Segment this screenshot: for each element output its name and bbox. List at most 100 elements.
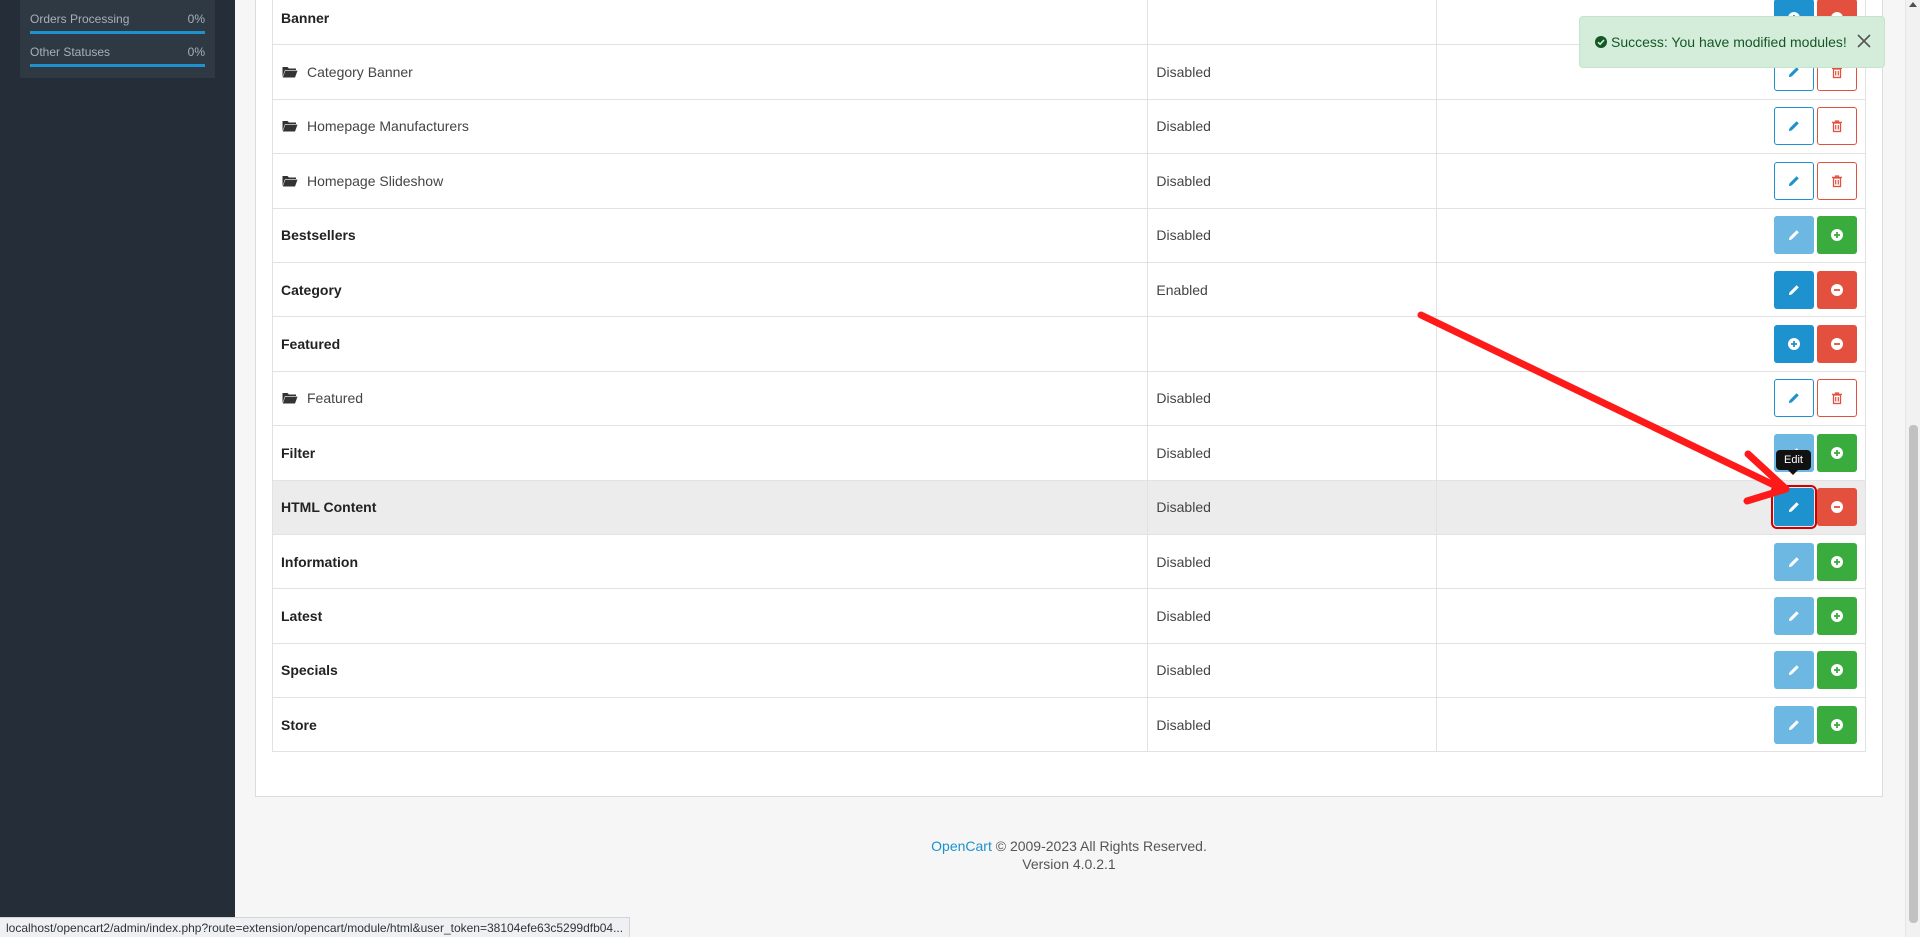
extension-name: HTML Content (281, 499, 377, 516)
actions-cell (1436, 98, 1866, 155)
edit-tooltip: Edit (1776, 450, 1811, 475)
success-alert: Success: You have modified modules! (1579, 16, 1885, 68)
actions-cell (1436, 479, 1866, 535)
name-cell: Featured (271, 316, 1149, 372)
status-text: Disabled (1156, 64, 1211, 81)
table-row: Store Disabled (271, 697, 1866, 753)
actions-cell (1436, 697, 1866, 753)
copyright-text: © 2009-2023 All Rights Reserved. (991, 838, 1207, 854)
module-name-text: Homepage Manufacturers (307, 118, 469, 135)
uninstall-button[interactable] (1817, 325, 1857, 364)
edit-button[interactable] (1774, 270, 1814, 309)
edit-button[interactable] (1774, 379, 1814, 418)
edit-button[interactable] (1774, 107, 1814, 146)
status-text: Disabled (1156, 227, 1211, 244)
install-button[interactable] (1817, 705, 1857, 744)
actions-cell (1436, 642, 1866, 699)
uninstall-button[interactable] (1817, 488, 1857, 527)
scroll-thumb[interactable] (1909, 425, 1918, 923)
status-cell: Enabled (1147, 261, 1438, 318)
install-button[interactable] (1817, 216, 1857, 255)
status-cell (1147, 0, 1438, 46)
delete-button[interactable] (1817, 379, 1857, 418)
status-cell: Disabled (1147, 533, 1438, 590)
install-button[interactable] (1817, 596, 1857, 635)
sidebar: Orders Processing 0% Other Statuses 0% (0, 0, 235, 937)
status-cell: Disabled (1147, 370, 1438, 427)
actions-cell (1436, 207, 1866, 263)
name-cell: Information (271, 533, 1149, 590)
scroll-up-arrow-icon[interactable] (1909, 2, 1917, 7)
page-scrollbar[interactable] (1905, 0, 1920, 937)
table-row: Filter Disabled (271, 425, 1866, 481)
status-cell: Disabled (1147, 642, 1438, 699)
status-cell: Disabled (1147, 425, 1438, 481)
actions-cell (1436, 316, 1866, 372)
extension-name: Category (281, 281, 342, 298)
status-cell: Disabled (1147, 479, 1438, 535)
status-text: Enabled (1156, 281, 1208, 298)
edit-button[interactable] (1771, 485, 1817, 530)
status-text: Disabled (1156, 390, 1211, 407)
install-button[interactable] (1817, 542, 1857, 581)
table-row: Information Disabled (271, 533, 1866, 590)
module-name: Category Banner (281, 64, 413, 80)
delete-button[interactable] (1817, 161, 1857, 200)
edit-button[interactable] (1774, 216, 1814, 255)
browser-status-bar: localhost/opencart2/admin/index.php?rout… (0, 917, 631, 937)
name-cell: Store (271, 697, 1149, 753)
status-cell: Disabled (1147, 44, 1438, 100)
status-cell: Disabled (1147, 98, 1438, 155)
stat-label: Other Statuses (30, 45, 111, 59)
edit-button[interactable] (1774, 705, 1814, 744)
extension-name: Filter (281, 444, 316, 461)
status-text: Disabled (1156, 662, 1211, 679)
table-row: Featured (271, 316, 1866, 372)
status-cell: Disabled (1147, 588, 1438, 644)
edit-button[interactable] (1774, 596, 1814, 635)
name-cell: HTML Content (271, 479, 1149, 535)
table-row: Bestsellers Disabled (271, 207, 1866, 263)
order-status-stats: Orders Processing 0% Other Statuses 0% (20, 0, 215, 78)
extension-name: Bestsellers (281, 227, 356, 244)
actions-cell (1436, 370, 1866, 427)
edit-button[interactable] (1774, 651, 1814, 690)
module-name: Homepage Slideshow (281, 173, 443, 189)
edit-button[interactable] (1774, 161, 1814, 200)
install-button[interactable] (1817, 651, 1857, 690)
alert-message: Success: You have modified modules! (1611, 34, 1847, 50)
opencart-link[interactable]: OpenCart (931, 838, 992, 854)
status-cell: Disabled (1147, 207, 1438, 263)
extension-name: Specials (281, 662, 338, 679)
actions-cell (1436, 533, 1866, 590)
modules-table: Banner Category Banner Disabled Homepage Ma… (271, 0, 1866, 753)
extension-name: Information (281, 553, 358, 570)
check-circle-icon (1595, 36, 1607, 48)
module-name: Featured (281, 390, 363, 406)
status-text: Disabled (1156, 607, 1211, 624)
name-cell: Filter (271, 425, 1149, 481)
name-cell: Category (271, 261, 1149, 318)
module-name-text: Featured (307, 390, 364, 407)
delete-button[interactable] (1817, 107, 1857, 146)
module-name-text: Homepage Slideshow (307, 172, 444, 189)
table-row: Homepage Manufacturers Disabled (271, 98, 1866, 155)
stat-progress-bar (30, 64, 205, 67)
table-row: Category Enabled (271, 261, 1866, 318)
actions-cell (1436, 153, 1866, 209)
stat-progress-bar (30, 31, 205, 34)
status-text: Disabled (1156, 499, 1211, 516)
status-cell: Disabled (1147, 697, 1438, 753)
status-text: Disabled (1156, 553, 1211, 570)
name-cell: Specials (271, 642, 1149, 699)
name-cell: Homepage Manufacturers (271, 98, 1149, 155)
install-button[interactable] (1817, 433, 1857, 472)
edit-button[interactable] (1774, 542, 1814, 581)
uninstall-button[interactable] (1817, 270, 1857, 309)
extension-name: Featured (281, 336, 341, 353)
add-module-button[interactable] (1774, 325, 1814, 364)
status-text: Disabled (1156, 444, 1211, 461)
name-cell: Bestsellers (271, 207, 1149, 263)
name-cell: Category Banner (271, 44, 1149, 100)
close-icon[interactable] (1857, 34, 1871, 48)
